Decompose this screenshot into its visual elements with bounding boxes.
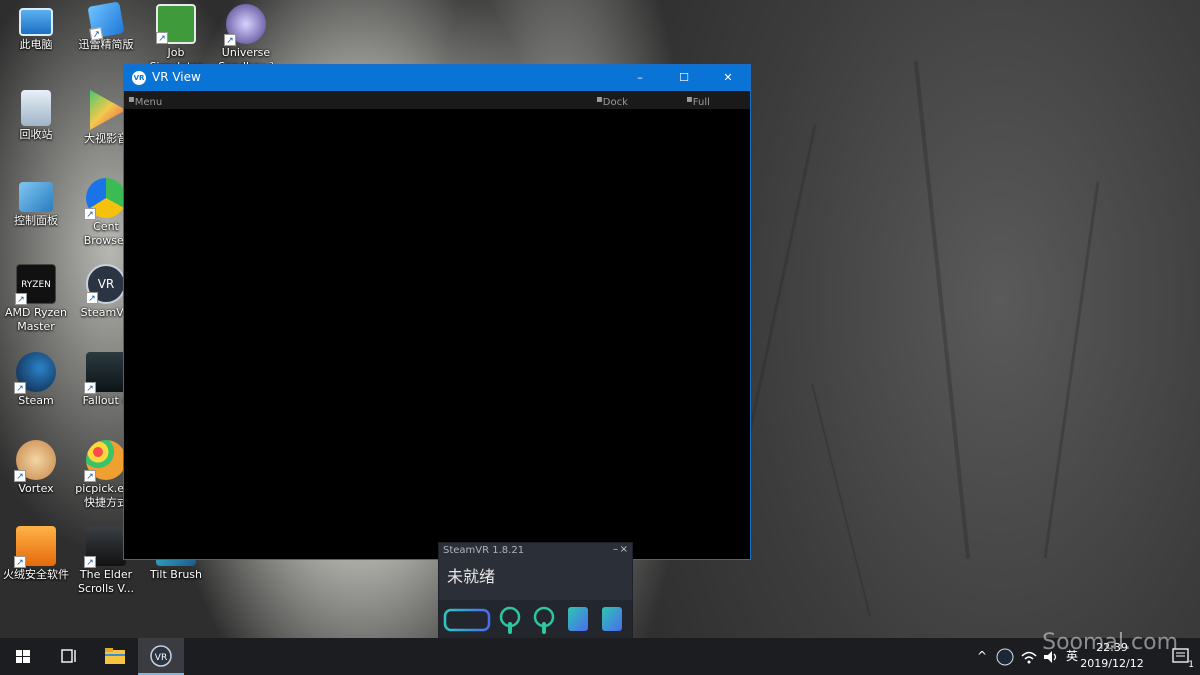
full-screen-button[interactable]: ▪Full Screen bbox=[686, 94, 727, 119]
vortex-icon: ↗ bbox=[14, 440, 56, 482]
dock-vr-view-button[interactable]: ▪Dock VR View bbox=[596, 94, 628, 130]
taskbar: VR ^ 英 22:39 2019/12/12 1 bbox=[0, 638, 1200, 675]
menu-button[interactable]: ▪ Menu bbox=[128, 94, 162, 108]
show-hidden-icons-button[interactable]: ^ bbox=[972, 638, 992, 675]
wallpaper-crack bbox=[810, 383, 872, 617]
notification-count: 1 bbox=[1188, 660, 1194, 670]
maximize-button[interactable]: ☐ bbox=[662, 65, 706, 91]
file-explorer-button[interactable] bbox=[92, 638, 138, 675]
task-view-icon bbox=[61, 649, 76, 663]
clock-date: 2019/12/12 bbox=[1080, 657, 1144, 670]
steamvr-minimize-button[interactable]: – bbox=[613, 544, 618, 555]
task-view-button[interactable] bbox=[46, 638, 92, 675]
steam-icon: ↗ bbox=[14, 352, 56, 394]
skyrim-icon: ↗ bbox=[84, 526, 126, 568]
folder-icon bbox=[105, 648, 125, 664]
start-button[interactable] bbox=[0, 638, 46, 675]
steamvr-taskbar-button[interactable]: VR bbox=[138, 638, 184, 675]
palette-icon: ↗ bbox=[84, 440, 126, 482]
universe-sandbox-icon: ↗ bbox=[224, 4, 266, 46]
steamvr-status-window[interactable]: SteamVR 1.8.21 – × 未就绪 bbox=[438, 542, 633, 639]
steam-tray-icon[interactable] bbox=[996, 648, 1014, 666]
svg-text:VR: VR bbox=[155, 653, 167, 663]
windows-logo-icon bbox=[16, 650, 30, 663]
computer-icon bbox=[19, 8, 53, 36]
close-button[interactable]: ✕ bbox=[706, 65, 750, 91]
steamvr-logo-icon: VR bbox=[132, 71, 146, 85]
watermark: Soomal.com bbox=[1042, 630, 1178, 655]
window-title: VR View bbox=[152, 70, 201, 84]
huorong-flame-icon: ↗ bbox=[14, 526, 56, 568]
desktop-icon-recycle-bin[interactable]: 回收站 bbox=[0, 90, 72, 174]
steamvr-icon: VR bbox=[150, 645, 172, 667]
vr-view-window[interactable]: VR VR View – ☐ ✕ ▪Menu ▪Dock VR View ▪Fu… bbox=[123, 64, 751, 560]
vr-viewport bbox=[124, 109, 750, 559]
desktop-icon-control-panel[interactable]: 控制面板 bbox=[0, 178, 72, 262]
vr-view-titlebar[interactable]: VR VR View – ☐ ✕ bbox=[124, 65, 750, 91]
cent-browser-icon: ↗ bbox=[84, 178, 126, 220]
steamvr-icon: VR ↗ bbox=[86, 264, 126, 304]
wallpaper-crack bbox=[1043, 181, 1100, 559]
recycle-bin-icon bbox=[21, 90, 51, 126]
base-station-1-icon[interactable] bbox=[567, 606, 589, 632]
headset-icon[interactable] bbox=[443, 606, 491, 634]
base-station-2-icon[interactable] bbox=[601, 606, 623, 632]
minimize-button[interactable]: – bbox=[618, 65, 662, 91]
desktop-icon-huorong[interactable]: ↗ 火绒安全软件 bbox=[0, 526, 72, 610]
desktop-icon-vortex[interactable]: ↗ Vortex bbox=[0, 440, 72, 524]
fallout-icon: ↗ bbox=[84, 352, 126, 394]
xunlei-bird-icon: ↗ bbox=[87, 1, 125, 41]
ryzen-icon: RYZEN ↗ bbox=[15, 264, 56, 305]
desktop-icon-steam[interactable]: ↗ Steam bbox=[0, 352, 72, 436]
steamvr-status-text: 未就绪 bbox=[447, 567, 496, 586]
vr-view-menubar: ▪Menu ▪Dock VR View ▪Full Screen bbox=[124, 91, 750, 130]
network-icon[interactable] bbox=[1020, 648, 1038, 666]
job-simulator-icon: ↗ bbox=[156, 4, 196, 44]
wallpaper-crack bbox=[913, 61, 971, 559]
desktop-icon-amd-ryzen-master[interactable]: RYZEN ↗ AMD Ryzen Master bbox=[0, 264, 72, 348]
play-triangle-icon bbox=[90, 90, 126, 130]
controller-left-icon[interactable] bbox=[497, 606, 523, 636]
device-status-row bbox=[439, 600, 632, 638]
steamvr-close-button[interactable]: × bbox=[620, 544, 628, 555]
controller-right-icon[interactable] bbox=[531, 606, 557, 636]
desktop-icon-this-pc[interactable]: 此电脑 bbox=[0, 4, 72, 88]
steamvr-title: SteamVR 1.8.21 bbox=[443, 545, 525, 556]
steamvr-titlebar[interactable]: SteamVR 1.8.21 – × bbox=[439, 543, 632, 559]
control-panel-icon bbox=[19, 182, 53, 212]
